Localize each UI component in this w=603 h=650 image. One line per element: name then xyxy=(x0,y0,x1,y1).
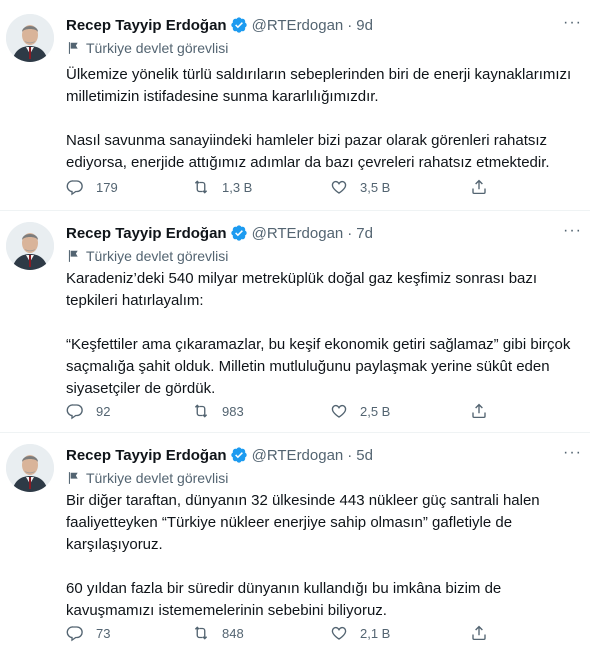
share-icon xyxy=(472,179,486,195)
reply-icon xyxy=(66,626,83,642)
avatar-portrait-icon xyxy=(6,444,54,492)
tweet-paragraph: Bir diğer taraftan, dünyanın 32 ülkesind… xyxy=(66,492,540,553)
tweet-header: Recep Tayyip Erdoğan @RTErdogan · 9d xyxy=(66,14,373,36)
separator-dot: · xyxy=(347,446,353,464)
tweet-paragraph: Karadeniz’deki 540 milyar metreküplük do… xyxy=(66,270,538,309)
like-button[interactable]: 2,5 B xyxy=(330,402,390,420)
author-handle[interactable]: @RTErdogan xyxy=(252,447,344,464)
avatar[interactable] xyxy=(6,222,54,270)
tweet-divider xyxy=(0,432,590,433)
heart-icon xyxy=(331,404,347,418)
share-icon xyxy=(472,403,486,419)
avatar-portrait-icon xyxy=(6,222,54,270)
tweet-text: Ülkemize yönelik türlü saldırıların sebe… xyxy=(66,64,576,174)
account-label[interactable]: Türkiye devlet görevlisi xyxy=(66,246,228,266)
tweet[interactable]: Recep Tayyip Erdoğan @RTErdogan · 9d ···… xyxy=(0,14,590,224)
tweet[interactable]: Recep Tayyip Erdoğan @RTErdogan · 5d ···… xyxy=(0,444,590,650)
reply-count: 73 xyxy=(96,625,111,641)
flag-icon xyxy=(68,42,78,54)
retweet-count: 848 xyxy=(222,625,244,641)
tweet[interactable]: Recep Tayyip Erdoğan @RTErdogan · 7d ···… xyxy=(0,222,590,432)
flag-icon xyxy=(68,472,78,484)
heart-icon xyxy=(331,626,347,640)
more-options-button[interactable]: ··· xyxy=(563,14,582,32)
tweet-paragraph: “Keşfettiler ama çıkaramazlar, bu keşif … xyxy=(66,336,571,397)
like-button[interactable]: 3,5 B xyxy=(330,178,390,196)
share-icon xyxy=(472,625,486,641)
tweet-text: Bir diğer taraftan, dünyanın 32 ülkesind… xyxy=(66,490,576,622)
separator-dot: · xyxy=(347,224,353,242)
like-button[interactable]: 2,1 B xyxy=(330,624,390,642)
tweet-divider xyxy=(0,210,590,211)
account-label[interactable]: Türkiye devlet görevlisi xyxy=(66,38,228,58)
flag-icon xyxy=(68,250,78,262)
retweet-button[interactable]: 848 xyxy=(192,624,244,642)
like-count: 3,5 B xyxy=(360,179,391,195)
like-count: 2,1 B xyxy=(360,625,391,641)
share-button[interactable] xyxy=(470,624,488,642)
verified-badge-icon xyxy=(230,225,247,241)
avatar[interactable] xyxy=(6,444,54,492)
tweet-actions: 179 1,3 B 3,5 B xyxy=(60,178,500,198)
verified-badge-icon xyxy=(230,447,247,463)
reply-button[interactable]: 179 xyxy=(66,178,118,196)
account-label-text: Türkiye devlet görevlisi xyxy=(86,470,229,486)
retweet-count: 983 xyxy=(222,403,244,419)
tweet-paragraph: Ülkemize yönelik türlü saldırıların sebe… xyxy=(66,66,572,105)
retweet-icon xyxy=(194,404,208,418)
author-handle[interactable]: @RTErdogan xyxy=(252,225,344,242)
tweet-text: Karadeniz’deki 540 milyar metreküplük do… xyxy=(66,268,576,400)
reply-icon xyxy=(66,180,83,196)
share-button[interactable] xyxy=(470,178,488,196)
verified-badge-icon xyxy=(230,17,247,33)
reply-count: 92 xyxy=(96,403,111,419)
reply-button[interactable]: 92 xyxy=(66,402,110,420)
account-label-text: Türkiye devlet görevlisi xyxy=(86,248,229,264)
author-name[interactable]: Recep Tayyip Erdoğan xyxy=(66,225,227,242)
tweet-header: Recep Tayyip Erdoğan @RTErdogan · 7d xyxy=(66,222,373,244)
retweet-count: 1,3 B xyxy=(222,179,253,195)
author-name[interactable]: Recep Tayyip Erdoğan xyxy=(66,447,227,464)
retweet-button[interactable]: 1,3 B xyxy=(192,178,252,196)
tweet-actions: 92 983 2,5 B xyxy=(60,402,500,422)
share-button[interactable] xyxy=(470,402,488,420)
tweet-time[interactable]: 7d xyxy=(356,225,373,242)
separator-dot: · xyxy=(347,16,353,34)
retweet-button[interactable]: 983 xyxy=(192,402,244,420)
avatar[interactable] xyxy=(6,14,54,62)
account-label-text: Türkiye devlet görevlisi xyxy=(86,40,229,56)
tweet-time[interactable]: 9d xyxy=(356,17,373,34)
reply-count: 179 xyxy=(96,179,118,195)
more-options-button[interactable]: ··· xyxy=(563,222,582,240)
tweet-paragraph: Nasıl savunma sanayiindeki hamleler bizi… xyxy=(66,132,550,171)
reply-button[interactable]: 73 xyxy=(66,624,110,642)
tweet-time[interactable]: 5d xyxy=(356,447,373,464)
more-options-button[interactable]: ··· xyxy=(563,444,582,462)
tweet-feed: Recep Tayyip Erdoğan @RTErdogan · 9d ···… xyxy=(0,0,603,650)
author-name[interactable]: Recep Tayyip Erdoğan xyxy=(66,17,227,34)
author-handle[interactable]: @RTErdogan xyxy=(252,17,344,34)
retweet-icon xyxy=(194,626,208,640)
tweet-header: Recep Tayyip Erdoğan @RTErdogan · 5d xyxy=(66,444,373,466)
tweet-actions: 73 848 2,1 B xyxy=(60,624,500,644)
account-label[interactable]: Türkiye devlet görevlisi xyxy=(66,468,228,488)
avatar-portrait-icon xyxy=(6,14,54,62)
retweet-icon xyxy=(194,180,208,194)
reply-icon xyxy=(66,404,83,420)
tweet-paragraph: 60 yıldan fazla bir süredir dünyanın kul… xyxy=(66,580,502,619)
like-count: 2,5 B xyxy=(360,403,391,419)
heart-icon xyxy=(331,180,347,194)
